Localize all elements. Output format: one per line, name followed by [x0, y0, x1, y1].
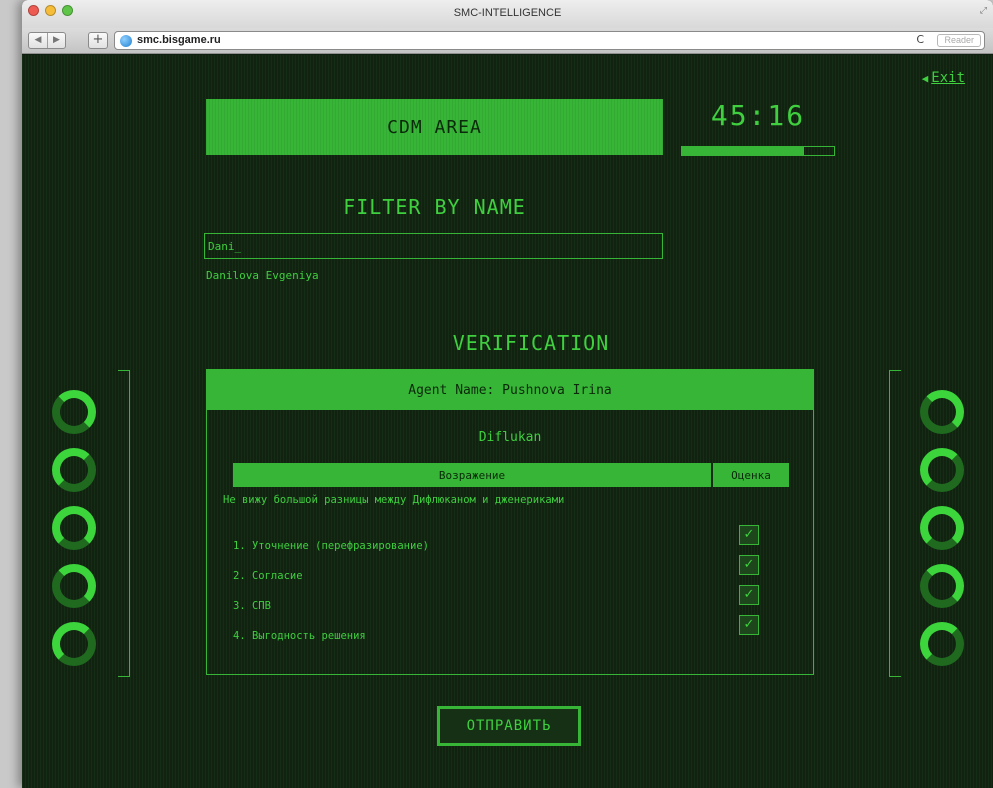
arrow-left-icon: ◀: [921, 72, 929, 85]
right-ring-indicators: [920, 390, 964, 666]
name-suggestion[interactable]: Danilova Evgeniya: [206, 269, 319, 282]
step-label: 3. СПВ: [233, 600, 271, 612]
ring-indicator-icon: [920, 448, 964, 492]
forward-icon[interactable]: ▶: [47, 33, 65, 48]
step-label: 4. Выгодность решения: [233, 630, 366, 642]
reader-button[interactable]: Reader: [937, 34, 981, 47]
verification-title: VERIFICATION: [452, 331, 610, 355]
countdown-timer: 45:16: [710, 99, 806, 132]
ring-indicator-icon: [52, 390, 96, 434]
ring-indicator-icon: [920, 506, 964, 550]
right-bracket-decoration: [889, 370, 901, 677]
step-label: 1. Уточнение (перефразирование): [233, 540, 429, 552]
checkmark-icon: ✓: [743, 617, 755, 632]
globe-icon: [120, 35, 132, 47]
ring-indicator-icon: [52, 448, 96, 492]
fullscreen-icon[interactable]: ⤢: [980, 6, 987, 16]
area-title-banner: CDM AREA: [206, 99, 663, 155]
submit-button[interactable]: ОТПРАВИТЬ: [437, 706, 581, 746]
browser-toolbar: ◀ ▶ + smc.bisgame.ru C Reader: [22, 28, 993, 54]
ring-indicator-icon: [920, 622, 964, 666]
url-text: smc.bisgame.ru: [137, 34, 221, 46]
history-buttons: ◀ ▶: [28, 32, 66, 49]
step-checkbox-3[interactable]: ✓: [739, 585, 759, 605]
timer-progress-fill: [682, 147, 804, 155]
add-bookmark-button[interactable]: +: [88, 32, 108, 49]
name-filter-input[interactable]: [204, 233, 663, 259]
exit-label: Exit: [931, 70, 965, 86]
window-title: SMC-INTELLIGENCE: [453, 7, 562, 19]
column-header-score: Оценка: [713, 463, 789, 487]
ring-indicator-icon: [920, 390, 964, 434]
filter-title: FILTER BY NAME: [343, 195, 526, 219]
page-content: ◀ Exit CDM AREA 45:16 FILTER BY NAME Dani…: [22, 55, 993, 788]
checkmark-icon: ✓: [743, 557, 755, 572]
timer-progress-bar: [681, 146, 835, 156]
ring-indicator-icon: [52, 564, 96, 608]
browser-window: SMC-INTELLIGENCE ⤢ ◀ ▶ + smc.bisgame.ru …: [22, 0, 993, 788]
table-header: Возражение Оценка: [233, 463, 789, 487]
checkmark-icon: ✓: [743, 527, 755, 542]
verification-panel: Agent Name: Pushnova Irina Diflukan Возр…: [206, 369, 814, 675]
left-bracket-decoration: [118, 370, 130, 677]
step-label: 2. Согласие: [233, 570, 303, 582]
ring-indicator-icon: [920, 564, 964, 608]
step-checkbox-1[interactable]: ✓: [739, 525, 759, 545]
checkmark-icon: ✓: [743, 587, 755, 602]
back-icon[interactable]: ◀: [29, 33, 47, 48]
left-ring-indicators: [52, 390, 96, 666]
reload-icon[interactable]: C: [916, 33, 924, 46]
exit-link[interactable]: ◀ Exit: [922, 70, 965, 86]
step-checkbox-4[interactable]: ✓: [739, 615, 759, 635]
drug-name: Diflukan: [478, 430, 542, 445]
agent-name-bar: Agent Name: Pushnova Irina: [207, 370, 813, 410]
step-checkbox-2[interactable]: ✓: [739, 555, 759, 575]
address-bar[interactable]: smc.bisgame.ru C Reader: [114, 31, 985, 50]
column-header-objection: Возражение: [233, 463, 711, 487]
ring-indicator-icon: [52, 622, 96, 666]
objection-text: Не вижу большой разницы между Дифлюканом…: [223, 494, 565, 506]
ring-indicator-icon: [52, 506, 96, 550]
